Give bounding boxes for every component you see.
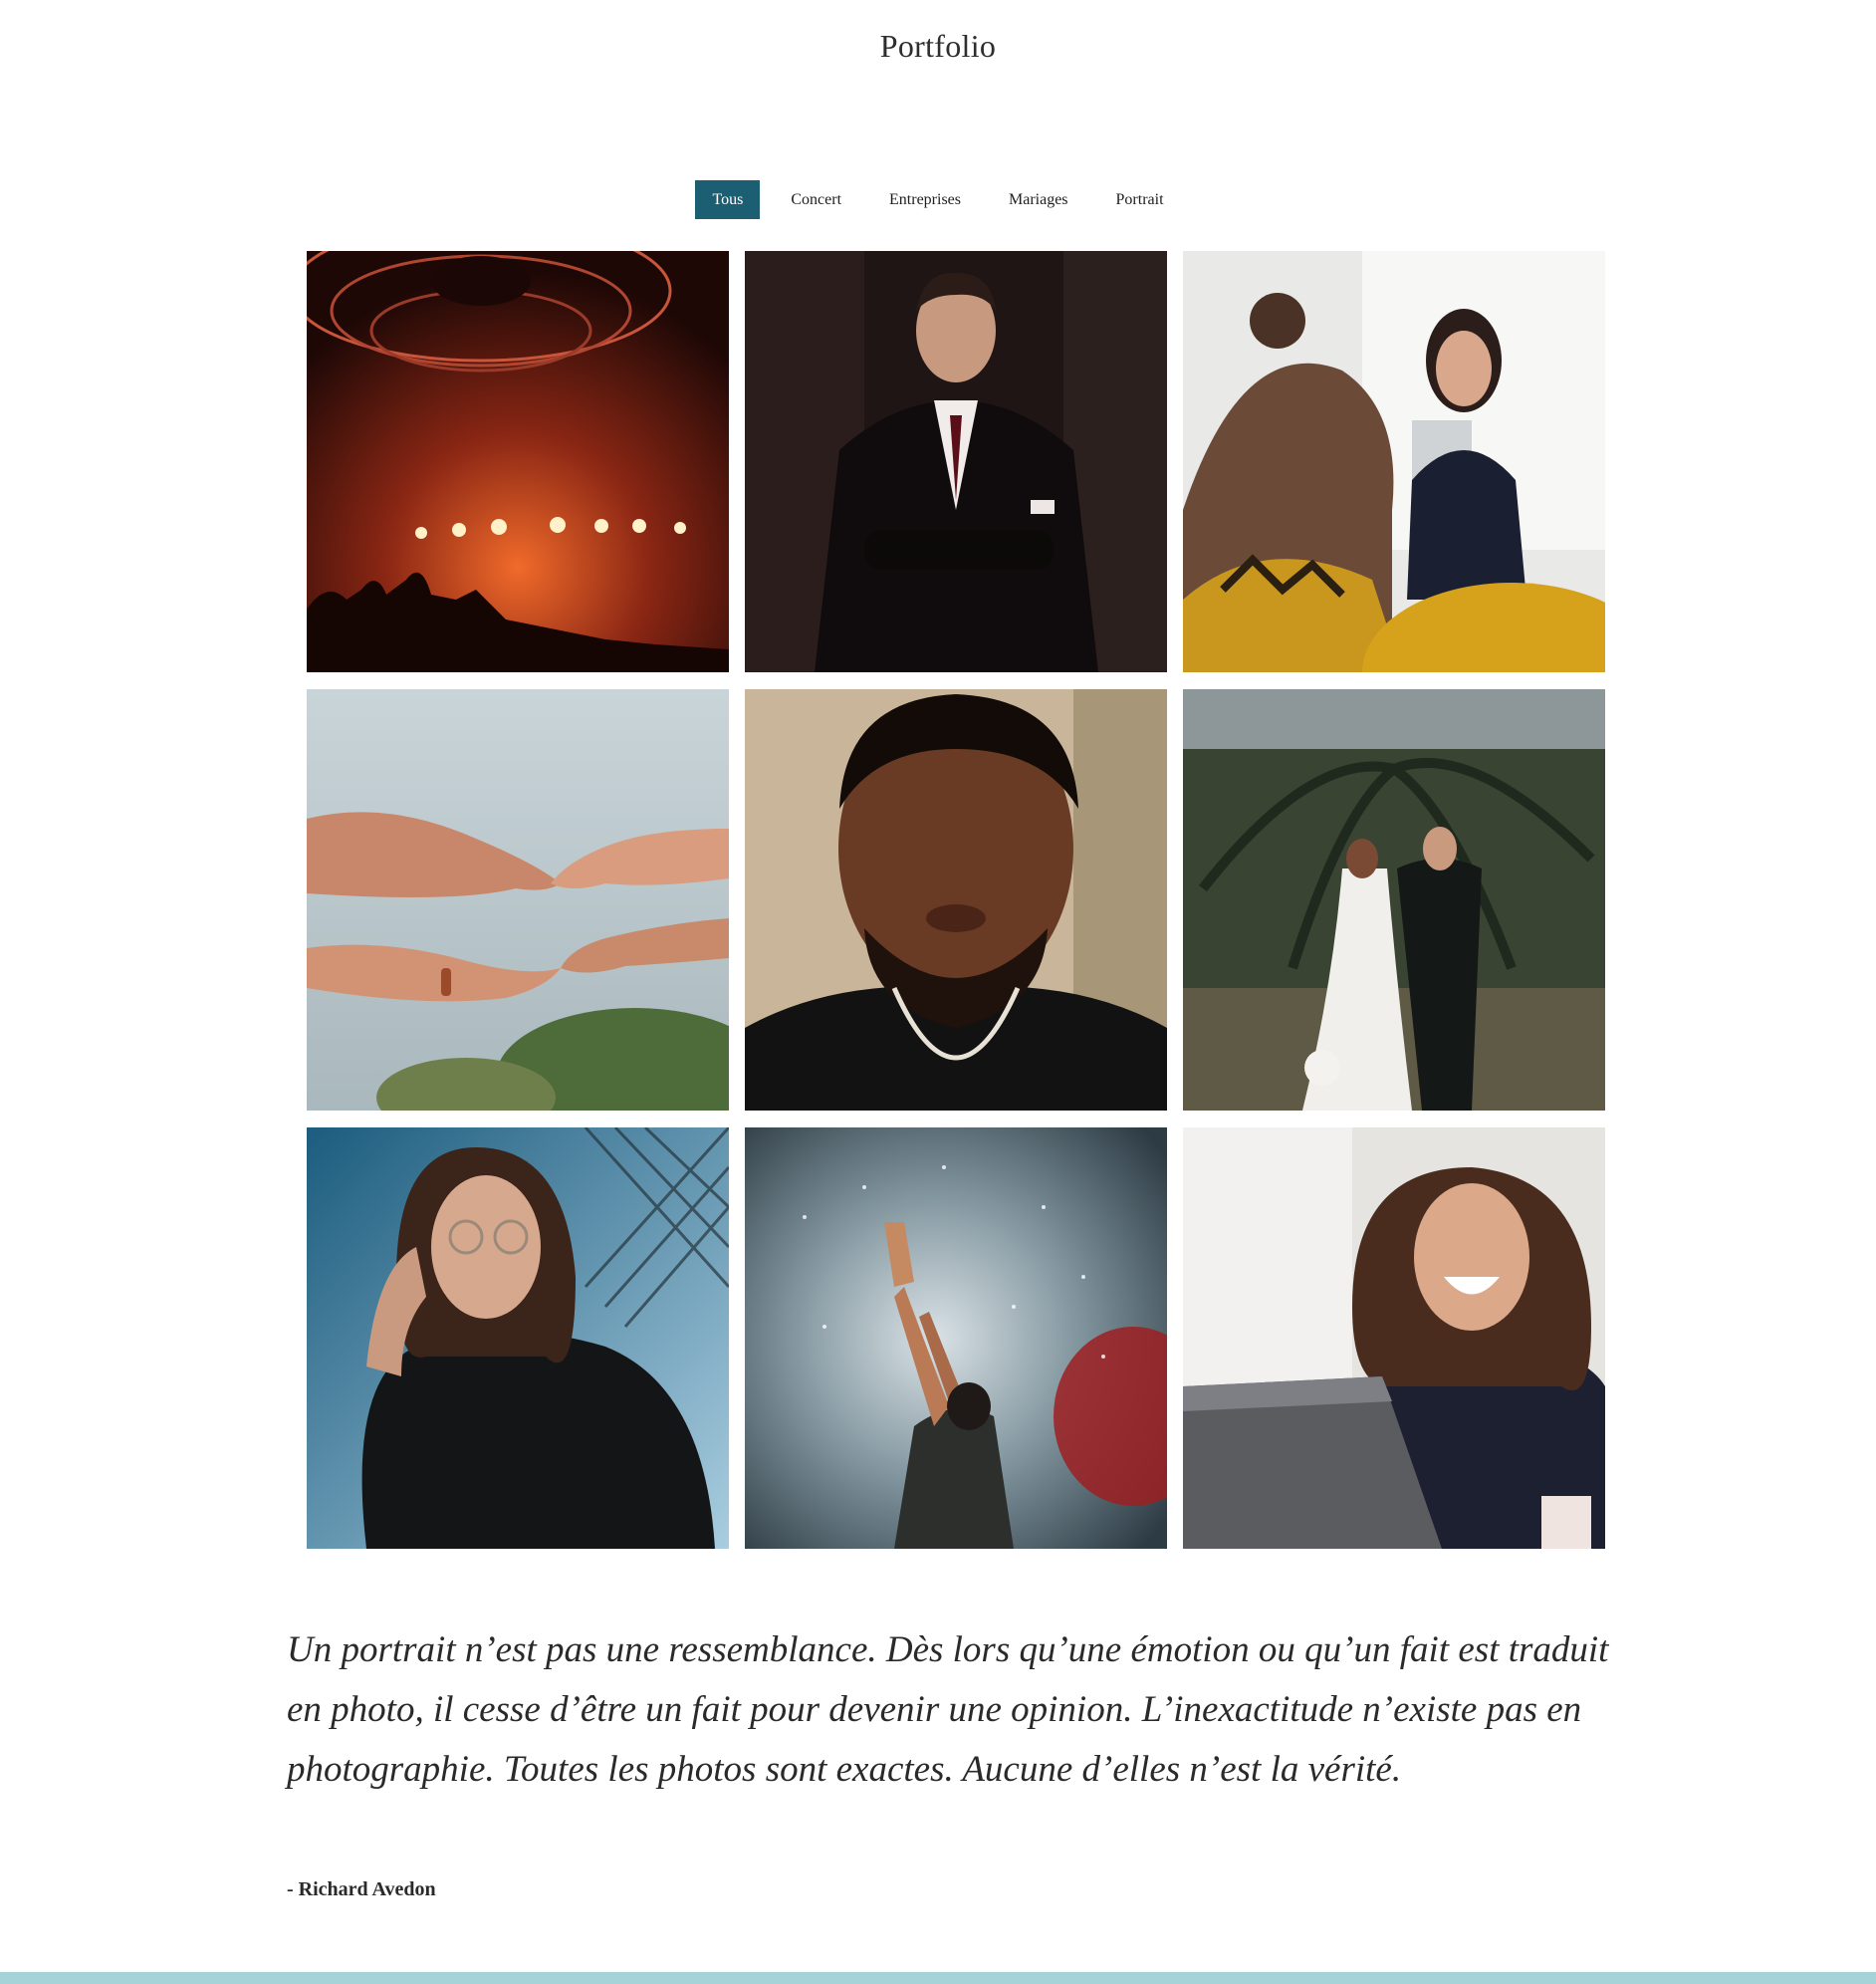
concert-performer-photo[interactable] (745, 1127, 1167, 1549)
filter-entreprises-button[interactable]: Entreprises (872, 180, 978, 219)
filter-mariages-button[interactable]: Mariages (992, 180, 1085, 219)
filter-concert-button[interactable]: Concert (774, 180, 858, 219)
office-meeting-photo[interactable] (1183, 251, 1605, 672)
filter-portrait-button[interactable]: Portrait (1099, 180, 1181, 219)
concert-stage-photo[interactable] (307, 251, 729, 672)
businessman-portrait-photo[interactable] (745, 251, 1167, 672)
page-title: Portfolio (879, 28, 997, 64)
filter-tous-button[interactable]: Tous (695, 180, 761, 219)
wedding-hands-photo[interactable] (307, 689, 729, 1111)
photo-gallery (307, 251, 1605, 1549)
footer-bar (0, 1972, 1876, 1984)
wedding-couple-photo[interactable] (1183, 689, 1605, 1111)
man-portrait-photo[interactable] (745, 689, 1167, 1111)
laughing-woman-laptop-photo[interactable] (1183, 1127, 1605, 1549)
portrait-quote: Un portrait n’est pas une ressemblance. … (287, 1629, 1609, 1790)
woman-glasses-portrait-photo[interactable] (307, 1127, 729, 1549)
quote-author: - Richard Avedon (287, 1878, 436, 1900)
filter-bar: Tous Concert Entreprises Mariages Portra… (0, 180, 1876, 219)
